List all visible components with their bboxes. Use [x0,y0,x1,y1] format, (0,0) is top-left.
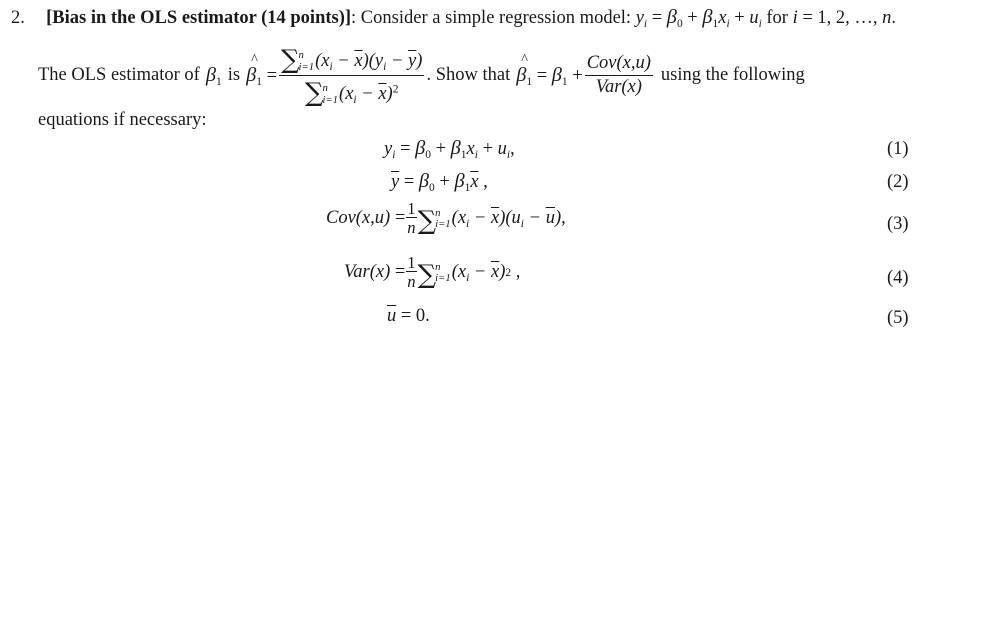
ols-estimator-fraction: ∑ n i=1 (xi − x)(yi − y) ∑ n i=1 (xi − x)2 [279,45,425,108]
equation-label-3: (3) [887,214,909,234]
equation-1: yi = β0 + β1xi + ui, [384,137,515,161]
equation-5: u = 0. [387,306,430,326]
model-equation: yi = β0 + β1xi + ui [635,6,762,30]
equation-2: y = β0 + β1x , [391,170,488,194]
equation-label-1: (1) [887,139,909,159]
model-for: for [766,8,788,28]
equation-label-2: (2) [887,172,909,192]
problem-heading: 2. [Bias in the OLS estimator (14 points… [11,6,897,30]
equation-4: Var(x) = 1n ∑ n i=1 (xi − x) 2 , [344,253,521,292]
target-fraction: Cov(x,u) Var(x) [584,52,653,97]
equation-label-4: (4) [887,268,909,288]
estimator-prefix: The OLS estimator of [38,64,200,85]
equations-intro: equations if necessary: [38,110,207,130]
estimator-line: The OLS estimator of β1 is β1 = ∑ni=1(xi… [38,44,805,108]
show-that-label: . Show that [426,64,511,85]
estimator-is: is [227,64,241,85]
problem-number: 2. [11,8,25,28]
equation-label-5: (5) [887,308,909,328]
problem-intro: : Consider a simple regression model: [351,8,636,28]
model-index: i [792,8,798,28]
estimator-suffix: using the following [660,64,805,85]
equation-3: Cov(x,u) = 1n ∑ n i=1 (xi − x)(ui − u), [326,199,566,238]
problem-title: [Bias in the OLS estimator (14 points)] [46,8,352,28]
